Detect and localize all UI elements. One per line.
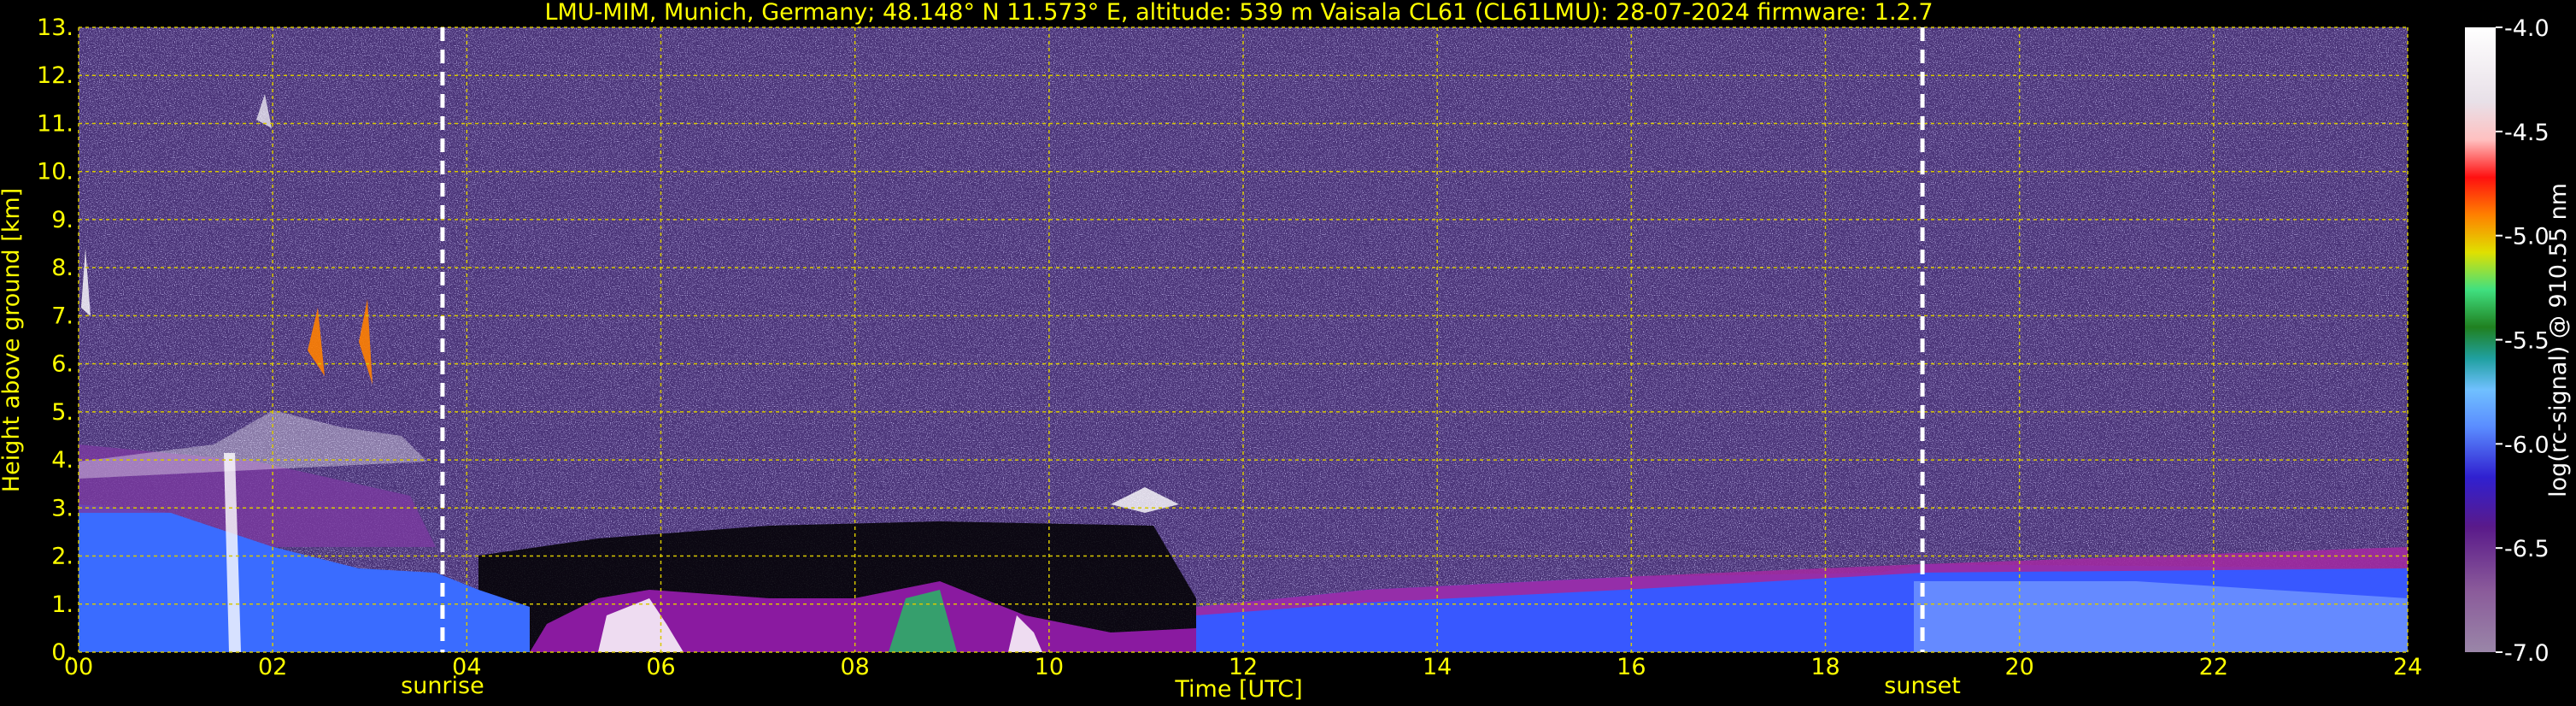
- x-tick-label: 22: [2199, 654, 2228, 680]
- y-tick-label: 4.: [51, 447, 73, 474]
- x-tick-label: 24: [2393, 654, 2422, 680]
- y-tick-label: 6.: [51, 351, 73, 378]
- y-tick-label: 9.: [51, 207, 73, 233]
- colorbar-tick-label: -6.5: [2504, 536, 2550, 562]
- y-tick-label: 12.: [37, 62, 73, 89]
- colorbar-ticks: -7.0 -6.5 -6.0 -5.5 -5.0 -4.5 -4.0: [2496, 15, 2550, 667]
- y-tick-label: 0.: [51, 639, 73, 666]
- x-tick-label: 06: [646, 654, 675, 680]
- y-tick-label: 1.: [51, 591, 73, 618]
- x-tick-label: 18: [1810, 654, 1840, 680]
- noise-texture: [79, 27, 2408, 652]
- colorbar-tick-label: -4.0: [2504, 15, 2550, 42]
- x-tick-label: 08: [840, 654, 869, 680]
- x-tick-label: 04: [452, 654, 481, 680]
- colorbar-tick-label: -7.0: [2504, 640, 2550, 667]
- y-tick-label: 3.: [51, 495, 73, 521]
- y-tick-label: 7.: [51, 303, 73, 329]
- x-tick-label: 16: [1617, 654, 1646, 680]
- y-tick-label: 11.: [37, 110, 73, 137]
- colorbar-label: log(rc-signal) @ 910.55 nm: [2545, 183, 2572, 497]
- ceilometer-chart: sunrise sunset 00 02 04 06 08 10 12 14 16 18 20 22 24…: [0, 0, 2572, 703]
- colorbar: [2465, 27, 2496, 652]
- colorbar-tick-label: -6.0: [2504, 432, 2550, 458]
- event-label-sunset: sunset: [1884, 673, 1961, 699]
- y-tick-label: 2.: [51, 544, 73, 570]
- x-tick-label: 20: [2004, 654, 2033, 680]
- y-tick-label: 13.: [37, 15, 73, 41]
- y-axis-label: Height above ground [km]: [0, 188, 25, 492]
- y-tick-label: 8.: [51, 255, 73, 281]
- x-tick-label: 10: [1035, 654, 1064, 680]
- x-tick-label: 02: [258, 654, 287, 680]
- y-axis-ticks: 0. 1. 2. 3. 4. 5. 6. 7. 8. 9. 10. 11. 12. 13.: [37, 15, 73, 666]
- colorbar-tick-label: -5.5: [2504, 328, 2550, 355]
- x-tick-label: 14: [1423, 654, 1452, 680]
- chart-title: LMU-MIM, Munich, Germany; 48.148° N 11.5…: [544, 0, 1933, 26]
- colorbar-tick-label: -4.5: [2504, 120, 2550, 146]
- colorbar-tick-label: -5.0: [2504, 224, 2550, 250]
- y-tick-label: 5.: [51, 399, 73, 426]
- x-axis-label: Time [UTC]: [1174, 676, 1302, 703]
- y-tick-label: 10.: [37, 159, 73, 185]
